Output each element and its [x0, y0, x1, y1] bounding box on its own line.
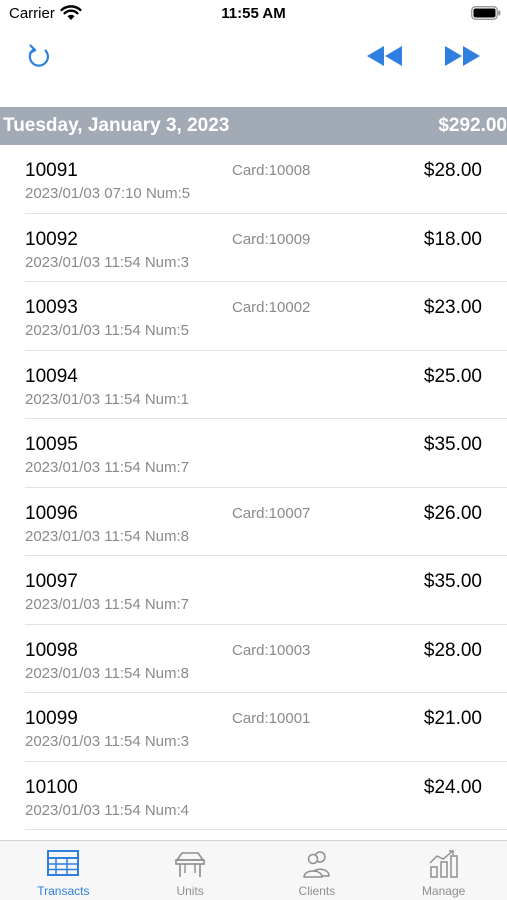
clock: 11:55 AM [221, 5, 286, 22]
transaction-id: 10092 [25, 228, 78, 250]
transaction-row[interactable]: 10098 2023/01/03 11:54 Num:8 Card:10003 … [25, 625, 507, 693]
transaction-amount: $23.00 [423, 297, 482, 318]
transaction-amount: $26.00 [423, 502, 482, 524]
section-total: $292.00 [438, 115, 507, 136]
transaction-id: 10100 [25, 776, 78, 798]
section-header: Tuesday, January 3, 2023 $292.00 [0, 107, 507, 145]
tab-bar: Transacts Units Clients Manage [0, 840, 507, 900]
transaction-row[interactable]: 10099 2023/01/03 11:54 Num:3 Card:10001 … [25, 693, 507, 762]
transaction-amount: $25.00 [423, 365, 482, 387]
toolbar [0, 30, 507, 100]
fast-forward-icon [445, 46, 480, 66]
tab-label: Transacts [37, 884, 90, 898]
transaction-id: 10095 [25, 434, 78, 455]
refresh-button[interactable] [20, 36, 60, 76]
refresh-icon [28, 44, 49, 67]
rewind-icon [367, 46, 402, 66]
transaction-id: 10098 [25, 639, 78, 661]
transaction-id: 10091 [25, 160, 78, 181]
tab-label: Manage [421, 884, 466, 898]
transaction-meta: 2023/01/03 11:54 Num:3 [25, 733, 190, 750]
table-furniture-icon [175, 852, 205, 877]
transaction-id: 10096 [25, 502, 78, 524]
transaction-row[interactable]: 10092 2023/01/03 11:54 Num:3 Card:10009 … [25, 214, 507, 282]
transaction-meta: 2023/01/03 11:54 Num:1 [25, 390, 190, 408]
transaction-id: 10099 [25, 708, 78, 729]
transaction-meta: 2023/01/03 11:54 Num:5 [25, 322, 190, 339]
transaction-row[interactable]: 10095 2023/01/03 11:54 Num:7 $35.00 [25, 419, 507, 488]
transaction-meta: 2023/01/03 07:10 Num:5 [25, 185, 191, 202]
transaction-amount: $28.00 [423, 160, 482, 181]
status-bar: Carrier 11:55 AM [0, 0, 507, 30]
section-date: Tuesday, January 3, 2023 [3, 115, 230, 136]
transaction-id: 10094 [25, 365, 78, 387]
transaction-amount: $28.00 [423, 639, 482, 661]
transaction-row[interactable]: 10094 2023/01/03 11:54 Num:1 $25.00 [25, 351, 507, 419]
transaction-amount: $18.00 [423, 228, 482, 250]
transaction-meta: 2023/01/03 11:54 Num:8 [25, 664, 190, 682]
battery-icon [471, 6, 501, 20]
tab-label: Clients [298, 884, 336, 898]
transaction-amount: $35.00 [423, 434, 482, 455]
previous-day-button[interactable] [364, 36, 404, 76]
transaction-meta: 2023/01/03 11:54 Num:4 [25, 801, 190, 819]
transaction-amount: $35.00 [423, 571, 482, 592]
transaction-card: Card:10008 [232, 162, 311, 179]
transaction-id: 10093 [25, 297, 78, 318]
transaction-row[interactable]: 10097 2023/01/03 11:54 Num:7 $35.00 [25, 556, 507, 625]
transaction-list[interactable]: 10091 2023/01/03 07:10 Num:5 Card:10008 … [0, 145, 507, 840]
next-day-button[interactable] [443, 36, 483, 76]
tab-clients[interactable]: Clients [254, 841, 381, 900]
bar-chart-icon [429, 850, 458, 878]
tab-units[interactable]: Units [127, 841, 254, 900]
transaction-row[interactable]: 10100 2023/01/03 11:54 Num:4 $24.00 [25, 762, 507, 830]
transaction-id: 10097 [25, 571, 78, 592]
transaction-meta: 2023/01/03 11:54 Num:7 [25, 596, 190, 613]
transaction-card: Card:10003 [232, 641, 311, 659]
transaction-meta: 2023/01/03 11:54 Num:8 [25, 527, 190, 545]
transaction-row[interactable]: 10096 2023/01/03 11:54 Num:8 Card:10007 … [25, 488, 507, 556]
transaction-meta: 2023/01/03 11:54 Num:3 [25, 253, 190, 271]
transaction-amount: $24.00 [423, 776, 482, 798]
transaction-card: Card:10009 [232, 230, 311, 248]
tab-transacts[interactable]: Transacts [0, 841, 127, 900]
tab-label: Units [176, 884, 204, 898]
people-icon [303, 851, 330, 878]
transaction-row[interactable]: 10093 2023/01/03 11:54 Num:5 Card:10002 … [25, 282, 507, 351]
table-icon [47, 850, 80, 876]
transaction-meta: 2023/01/03 11:54 Num:7 [25, 459, 190, 476]
transaction-card: Card:10007 [232, 504, 311, 522]
transaction-row[interactable]: 10091 2023/01/03 07:10 Num:5 Card:10008 … [25, 145, 507, 214]
tab-manage[interactable]: Manage [380, 841, 507, 900]
transaction-card: Card:10002 [232, 299, 311, 316]
transaction-card: Card:10001 [232, 710, 311, 727]
transaction-amount: $21.00 [423, 708, 482, 729]
